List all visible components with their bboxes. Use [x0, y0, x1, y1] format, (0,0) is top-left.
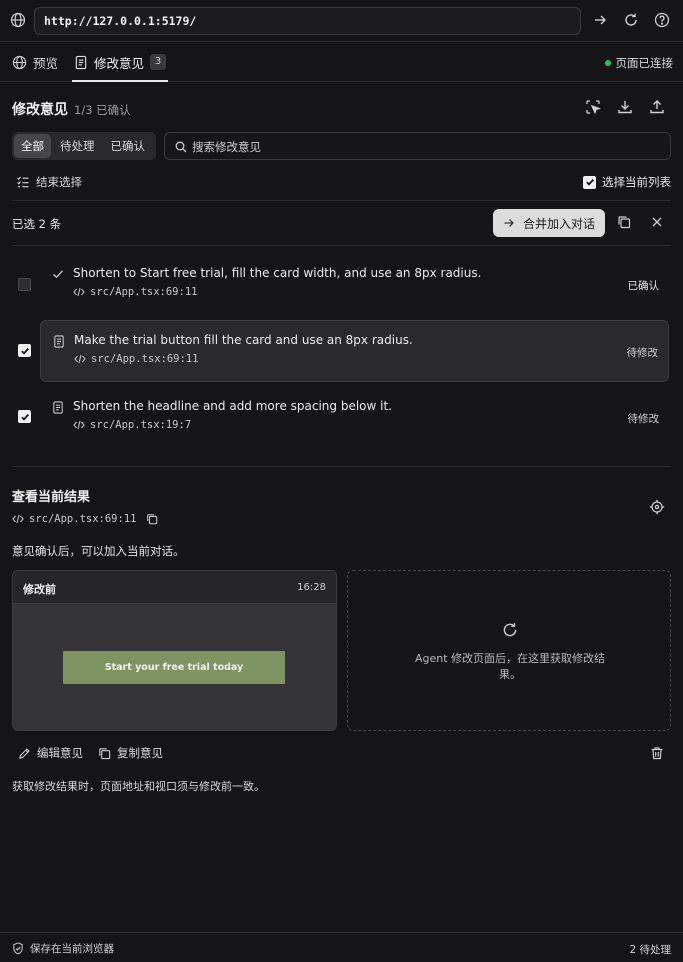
- copy-label: 复制意见: [117, 746, 163, 760]
- download-icon[interactable]: [617, 99, 633, 115]
- tab-preview[interactable]: 预览: [12, 42, 58, 82]
- end-selection-label: 结束选择: [36, 175, 82, 189]
- trash-icon[interactable]: [650, 746, 664, 760]
- pencil-icon: [18, 747, 31, 760]
- feedback-count-badge: 3: [150, 54, 167, 70]
- code-icon: [73, 419, 85, 431]
- confirmed-count: 1/3 已确认: [74, 103, 131, 117]
- connection-label: 页面已连接: [615, 56, 674, 70]
- storage-label: 保存在当前浏览器: [30, 943, 114, 955]
- status-dot: [604, 60, 611, 66]
- storage-status: 保存在当前浏览器: [12, 941, 114, 956]
- address-bar: http://127.0.0.1:5179/: [0, 0, 683, 42]
- tab-feedback[interactable]: 修改意见 3: [71, 42, 169, 82]
- item-checkbox[interactable]: [18, 278, 31, 291]
- select-list-checkbox[interactable]: [583, 175, 596, 189]
- upload-icon[interactable]: [649, 99, 665, 115]
- select-list-toggle[interactable]: 选择当前列表: [583, 174, 671, 190]
- item-text: Shorten the headline and add more spacin…: [73, 399, 392, 413]
- close-icon[interactable]: [650, 215, 664, 229]
- before-time: 16:28: [297, 582, 326, 593]
- checklist-icon: [16, 175, 30, 189]
- status-filter: 全部 待处理 已确认: [12, 132, 156, 160]
- code-icon: [12, 513, 24, 525]
- status-badge: 已确认: [627, 280, 660, 292]
- globe-icon: [10, 12, 26, 28]
- edit-feedback-button[interactable]: 编辑意见: [18, 745, 83, 761]
- search-icon: [175, 141, 187, 153]
- preview-trial-button: Start your free trial today: [63, 651, 285, 684]
- select-list-label: 选择当前列表: [602, 175, 671, 189]
- filter-confirmed[interactable]: 已确认: [104, 134, 153, 158]
- before-preview-card: 修改前 16:28 Start your free trial today: [12, 570, 337, 731]
- go-arrow-icon[interactable]: [592, 12, 608, 28]
- item-path-text: src/App.tsx:69:11: [90, 286, 198, 298]
- globe-icon: [12, 55, 27, 70]
- copy-icon: [98, 747, 111, 760]
- status-bar: 保存在当前浏览器 2 待处理: [0, 932, 683, 962]
- after-placeholder-text: Agent 修改页面后，在这里获取修改结果。: [414, 652, 606, 681]
- filter-pending[interactable]: 待处理: [53, 134, 102, 158]
- document-icon: [53, 335, 65, 348]
- help-icon[interactable]: [654, 12, 670, 28]
- divider: [12, 466, 671, 467]
- divider: [12, 245, 671, 246]
- result-source-path: src/App.tsx:69:11: [12, 513, 158, 525]
- result-path-text: src/App.tsx:69:11: [29, 513, 137, 525]
- tab-label: 修改意见: [94, 55, 145, 71]
- before-header: 修改前 16:28: [13, 571, 336, 604]
- arrow-right-icon: [503, 217, 515, 229]
- selected-count: 已选 2 条: [12, 217, 62, 231]
- item-text: Shorten to Start free trial, fill the ca…: [73, 266, 482, 280]
- item-path-text: src/App.tsx:19:7: [90, 419, 192, 431]
- item-text: Make the trial button fill the card and …: [74, 333, 413, 347]
- result-title: 查看当前结果: [12, 490, 91, 505]
- document-icon: [74, 55, 88, 70]
- result-note: 意见确认后，可以加入当前对话。: [12, 544, 185, 558]
- code-icon: [74, 353, 86, 365]
- filter-all[interactable]: 全部: [14, 134, 51, 158]
- select-element-icon[interactable]: [585, 99, 601, 115]
- edit-label: 编辑意见: [37, 746, 83, 760]
- item-source-path: src/App.tsx:69:11: [74, 353, 198, 365]
- shield-icon: [12, 942, 24, 955]
- search-input[interactable]: 搜索修改意见: [164, 132, 671, 160]
- list-item[interactable]: Shorten to Start free trial, fill the ca…: [40, 254, 669, 316]
- item-checkbox[interactable]: [18, 344, 31, 357]
- divider: [12, 200, 671, 201]
- pending-count: 2 待处理: [629, 944, 671, 956]
- locate-icon[interactable]: [649, 499, 665, 515]
- list-item[interactable]: Make the trial button fill the card and …: [40, 320, 669, 382]
- result-footnote: 获取修改结果时，页面地址和视口须与修改前一致。: [12, 780, 265, 793]
- merge-into-chat-button[interactable]: 合并加入对话: [493, 209, 605, 237]
- url-input[interactable]: http://127.0.0.1:5179/: [34, 7, 581, 35]
- document-icon: [52, 401, 64, 414]
- item-checkbox[interactable]: [18, 410, 31, 423]
- before-label: 修改前: [23, 583, 56, 596]
- tab-label: 预览: [33, 55, 59, 71]
- status-badge: 待修改: [627, 413, 660, 425]
- connection-status: 页面已连接: [604, 55, 674, 71]
- item-path-text: src/App.tsx:69:11: [91, 353, 199, 365]
- after-placeholder-card[interactable]: Agent 修改页面后，在这里获取修改结果。: [347, 570, 671, 731]
- item-source-path: src/App.tsx:19:7: [73, 419, 191, 431]
- copy-icon[interactable]: [617, 215, 631, 229]
- item-source-path: src/App.tsx:69:11: [73, 286, 197, 298]
- refresh-icon: [501, 621, 519, 639]
- check-icon: [52, 268, 64, 280]
- search-placeholder: 搜索修改意见: [192, 140, 261, 154]
- list-item[interactable]: Shorten the headline and add more spacin…: [40, 387, 669, 449]
- status-badge: 待修改: [626, 347, 659, 359]
- reload-icon[interactable]: [623, 12, 639, 28]
- merge-label: 合并加入对话: [522, 216, 595, 231]
- end-selection-button[interactable]: 结束选择: [16, 174, 82, 190]
- tab-bar: 预览 修改意见 3 页面已连接: [0, 42, 683, 82]
- page-title: 修改意见: [12, 102, 68, 118]
- code-icon: [73, 286, 85, 298]
- copy-path-icon[interactable]: [146, 513, 158, 525]
- copy-feedback-button[interactable]: 复制意见: [98, 745, 163, 761]
